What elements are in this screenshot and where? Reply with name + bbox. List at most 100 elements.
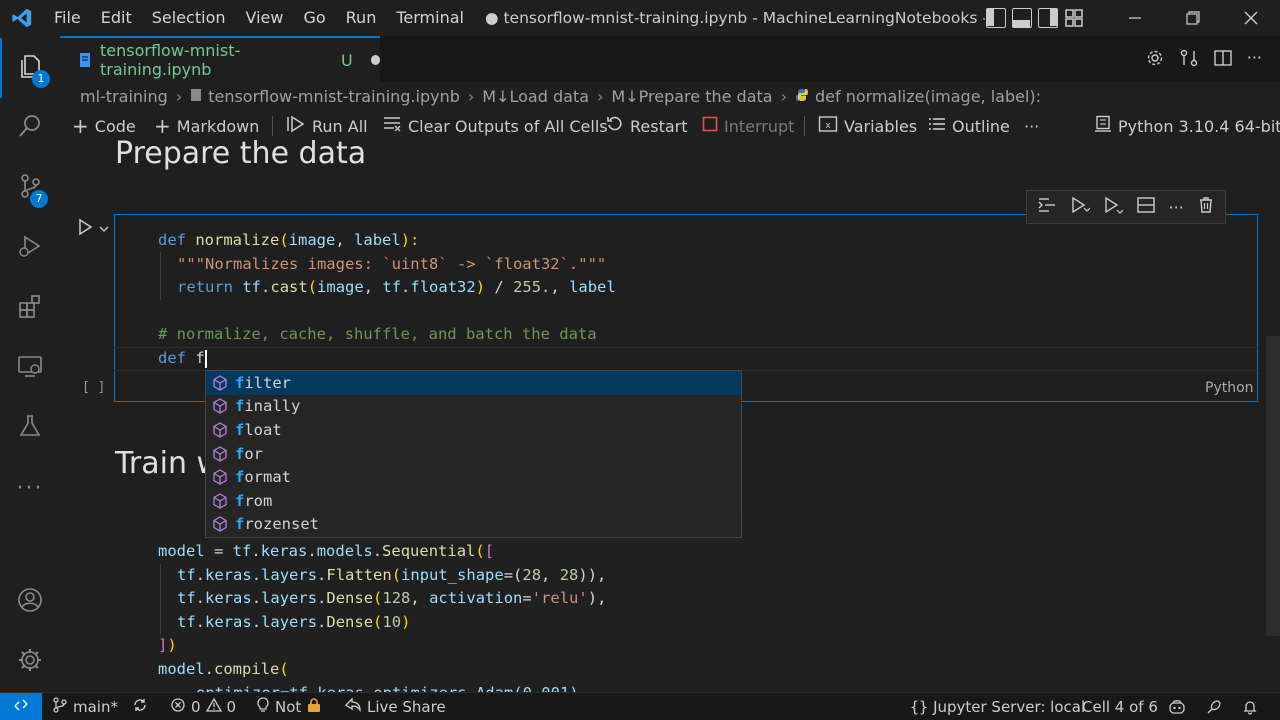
outline-button[interactable]: Outline [928,114,1010,138]
cell-more-icon[interactable]: ··· [1169,198,1184,217]
code-current-line[interactable]: def f [158,347,207,371]
remote-icon [13,697,29,717]
testing-button[interactable] [0,398,60,458]
menu-file[interactable]: File [44,0,91,36]
toggle-primary-sidebar-icon[interactable] [986,8,1006,28]
branch-indicator[interactable]: main* [52,693,118,720]
execute-below-icon[interactable] [1103,196,1124,218]
menu-view[interactable]: View [236,0,294,36]
chevron-down-icon[interactable] [98,220,110,239]
source-control-button[interactable]: 7 [0,158,60,218]
cell-position[interactable]: Cell 4 of 6 [1082,693,1158,720]
menu-terminal[interactable]: Terminal [386,0,474,36]
search-button[interactable] [0,98,60,158]
restore-button[interactable] [1164,0,1222,36]
breadcrumb-section-load-data[interactable]: M↓Load data [482,87,589,106]
markdown-heading-prepare[interactable]: Prepare the data [115,136,366,171]
code-line-1[interactable]: def normalize(image, label): [158,229,419,253]
breadcrumb-section-prepare[interactable]: M↓Prepare the data [611,87,772,106]
menu-edit[interactable]: Edit [91,0,142,36]
suggestion-item[interactable]: f ilter [206,371,741,395]
run-cell-button[interactable] [76,218,94,240]
unsaved-dot-icon[interactable] [370,55,380,65]
code-line-2[interactable]: """Normalizes images: `uint8` -> `float3… [177,253,606,277]
extensions-icon [16,292,44,324]
menu-go[interactable]: Go [293,0,335,36]
clear-outputs-button[interactable]: Clear Outputs of All Cells [382,114,608,138]
add-code-cell-button[interactable]: + Code [72,114,136,138]
code-line-3[interactable]: return tf.cast(image, tf.float32) / 255.… [177,276,616,300]
problems-indicator[interactable]: 0 0 [170,693,236,720]
code2-line-3[interactable]: tf.keras.layers.Dense(128, activation='r… [177,587,606,611]
vertical-scrollbar[interactable] [1266,336,1280,636]
more-actions-icon[interactable]: ··· [1247,48,1262,72]
autocomplete-suggestions: f ilter f inally f loat f or f ormat f rom f ro… [205,370,742,538]
close-window-button[interactable] [1222,0,1280,36]
menu-run[interactable]: Run [336,0,387,36]
tab-notebook[interactable]: tensorflow-mnist-training.ipynb U [60,36,380,82]
code2-line-2[interactable]: tf.keras.layers.Flatten(input_shape=(28,… [177,564,606,588]
extensions-button[interactable] [0,278,60,338]
breadcrumb-file[interactable]: tensorflow-mnist-training.ipynb [208,87,460,106]
add-markdown-cell-button[interactable]: + Markdown [154,114,259,138]
manage-button[interactable] [0,632,60,692]
run-all-button[interactable]: Run All [286,114,368,138]
variables-label: Variables [844,116,918,136]
text-cursor [204,349,207,368]
run-by-line-icon[interactable] [1037,196,1057,218]
toolbar-more-button[interactable]: ··· [1024,114,1039,138]
menu-selection[interactable]: Selection [142,0,236,36]
notifications-bell-icon[interactable] [1242,693,1258,720]
plus-icon: + [154,114,171,138]
sync-button[interactable] [132,693,148,720]
code-comment-line[interactable]: # normalize, cache, shuffle, and batch t… [158,323,597,347]
code2-line-1[interactable]: model = tf.keras.models.Sequential([ [158,540,494,564]
minimize-button[interactable] [1106,0,1164,36]
suggestion-item[interactable]: f rom [206,489,741,513]
remote-explorer-button[interactable] [0,338,60,398]
code2-line-4[interactable]: tf.keras.layers.Dense(10) [177,611,410,635]
lock-icon [306,697,322,717]
jupyter-server-indicator[interactable]: {} Jupyter Server: local [910,693,1085,720]
customize-layout-icon[interactable] [1064,8,1086,28]
account-icon [16,586,44,618]
copilot-icon[interactable] [1168,693,1186,720]
remote-indicator[interactable] [0,692,42,720]
toggle-secondary-sidebar-icon[interactable] [1038,8,1058,28]
explorer-button[interactable]: 1 [0,38,60,98]
source-control-badge: 7 [30,190,48,208]
trust-indicator[interactable]: Not [256,693,322,720]
code2-line-5[interactable]: ]) [158,634,177,658]
code2-line-6[interactable]: model.compile( [158,658,289,682]
restart-kernel-button[interactable]: Restart [606,114,688,138]
settings-gear-icon[interactable] [1145,48,1165,72]
suggestion-item[interactable]: f or [206,442,741,466]
suggestion-item[interactable]: f ormat [206,465,741,489]
live-share-button[interactable]: Live Share [344,693,446,720]
breadcrumb-folder[interactable]: ml-training [80,87,168,106]
breadcrumb-symbol[interactable]: def normalize(image, label): [815,87,1041,106]
code2-line-7[interactable]: optimizer=tf.keras.optimizers.Adam(0.001… [196,682,588,692]
keyword-icon [211,468,229,486]
more-views-button[interactable]: ··· [0,458,60,518]
tab-untracked-indicator: U [341,50,353,70]
variables-button[interactable]: x Variables [818,114,917,138]
cell-language-button[interactable]: Python [1205,380,1254,396]
accounts-button[interactable] [0,572,60,632]
suggestion-item[interactable]: f loat [206,418,741,442]
suggestion-item[interactable]: f inally [206,395,741,419]
explorer-badge: 1 [32,70,50,88]
suggestion-item[interactable]: f rozenset [206,513,741,537]
trash-icon[interactable] [1197,196,1215,218]
execute-above-icon[interactable] [1070,196,1091,218]
toggle-panel-icon[interactable] [1012,8,1032,28]
split-editor-icon[interactable] [1213,48,1233,72]
kernel-picker-button[interactable]: Python 3.10.4 64-bit [1094,114,1280,138]
compare-changes-icon[interactable] [1179,48,1199,72]
split-cell-icon[interactable] [1136,196,1156,218]
search-icon [16,112,44,144]
plus-icon: + [72,114,89,138]
interrupt-kernel-button[interactable]: Interrupt [702,114,794,138]
feedback-icon[interactable] [1206,693,1222,720]
run-debug-button[interactable] [0,218,60,278]
